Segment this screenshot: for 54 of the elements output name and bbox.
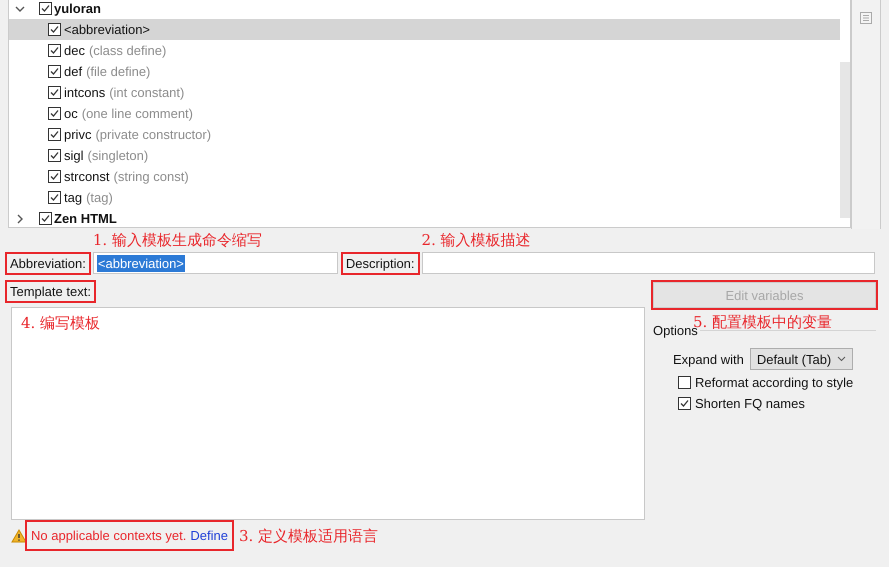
tree-item-label[interactable]: strconst [64,169,110,184]
checkbox[interactable] [48,86,61,99]
tree-item-description: (int constant) [109,85,184,100]
annotation-text: 4. 编写模板 [21,314,100,332]
tree-item-description: (private constructor) [95,127,212,142]
tree-group-label[interactable]: yuloran [54,1,101,16]
checkbox[interactable] [39,2,52,15]
checkbox[interactable] [48,149,61,162]
annotation-text: 1. 输入模板生成命令缩写 [92,231,262,249]
template-text-label: Template text: [7,282,94,301]
warning-icon [11,528,27,542]
chevron-right-icon[interactable] [15,214,25,224]
tree-item-description: (tag) [86,190,113,205]
tree-item-description: (string const) [114,169,189,184]
expand-with-label: Expand with [673,352,744,366]
checkbox[interactable] [48,128,61,141]
define-link[interactable]: Define [190,528,228,543]
abbreviation-label: Abbreviation: [7,254,89,272]
checkbox-label[interactable]: Shorten FQ names [695,396,805,411]
checkbox[interactable] [39,212,52,225]
tree-item-label[interactable]: tag [64,190,82,205]
tree-item-label[interactable]: sigl [64,148,84,163]
template-editor[interactable]: 4. 编写模板 [11,307,645,520]
checkbox[interactable] [678,397,691,410]
tree-item-label[interactable]: dec [64,43,85,58]
tree-item-description: (one line comment) [82,106,194,121]
tree-item-label[interactable]: oc [64,106,78,121]
description-label: Description: [342,254,418,272]
annotation-text: 2. 输入模板描述 [422,231,531,249]
checkbox[interactable] [48,65,61,78]
tree-item-description: (file define) [86,64,150,79]
tree-item-label[interactable]: <abbreviation> [64,22,150,37]
chevron-down-icon [837,356,846,362]
expand-with-dropdown[interactable]: Default (Tab) [750,348,854,370]
chevron-down-icon[interactable] [15,4,25,14]
checkbox[interactable] [48,23,61,36]
checkbox[interactable] [48,44,61,57]
tree-group-label[interactable]: Zen HTML [54,211,117,226]
options-title: Options [653,323,698,338]
tree-item-description: (singleton) [88,148,148,163]
scrollbar-thumb[interactable] [840,62,850,218]
checkbox-label[interactable]: Reformat according to style [695,375,854,390]
checkbox[interactable] [48,170,61,183]
checkbox[interactable] [678,376,691,389]
annotation-text: 3. 定义模板适用语言 [238,526,378,544]
tree-item-label[interactable]: intcons [64,85,106,100]
checkbox[interactable] [48,107,61,120]
description-field[interactable] [422,252,875,274]
checkbox[interactable] [48,191,61,204]
tree-item-label[interactable]: privc [64,127,92,142]
warning-text: No applicable contexts yet. [31,528,186,543]
tree-item-description: (class define) [88,43,166,58]
tree-item-label[interactable]: def [64,64,82,79]
abbreviation-field[interactable]: <abbreviation> [92,252,338,274]
